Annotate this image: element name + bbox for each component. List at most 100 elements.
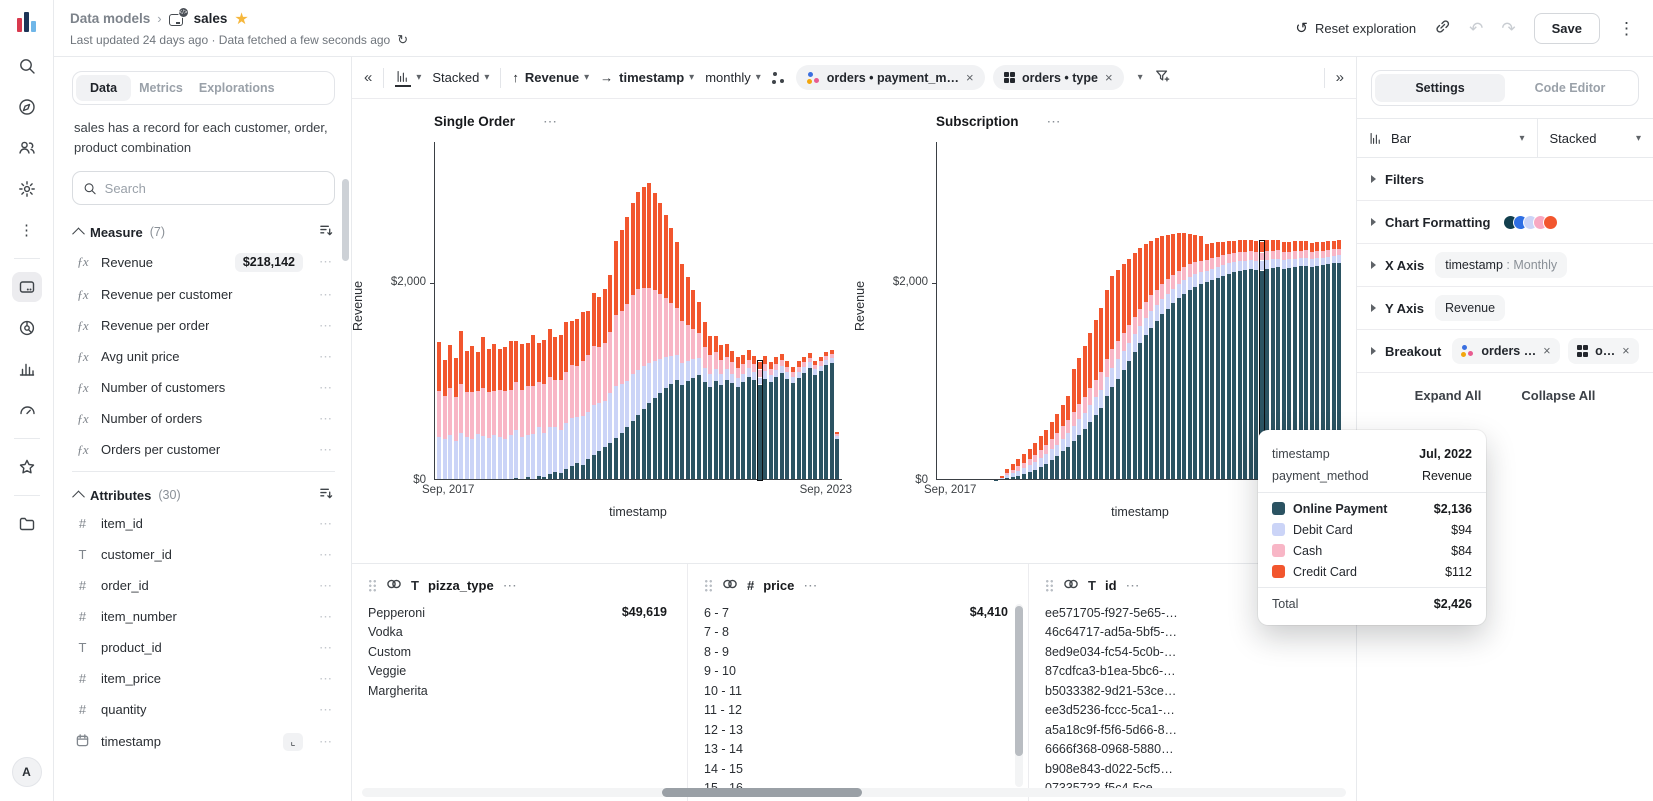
row-menu-icon[interactable]: ⋯ xyxy=(313,254,333,270)
breakout-chip[interactable]: o…× xyxy=(1568,338,1639,364)
stacked-bar[interactable] xyxy=(1188,234,1192,480)
stacked-bar[interactable] xyxy=(1022,454,1026,480)
stacked-bar[interactable] xyxy=(708,336,712,480)
attribute-item[interactable]: #item_number⋯ xyxy=(72,601,335,632)
chart-menu-icon[interactable]: ⋯ xyxy=(1047,113,1062,130)
row-menu-icon[interactable]: ⋯ xyxy=(313,609,333,625)
stacked-bar[interactable] xyxy=(664,215,668,480)
stacked-bar[interactable] xyxy=(1050,422,1054,480)
summary-row[interactable]: 12 - 13 xyxy=(704,720,1014,740)
stacked-bar[interactable] xyxy=(680,264,684,480)
row-menu-icon[interactable]: ⋯ xyxy=(313,318,333,334)
stacked-bar[interactable] xyxy=(1182,233,1186,480)
expand-all-link[interactable]: Expand All xyxy=(1415,388,1482,403)
stacked-bar[interactable] xyxy=(614,241,618,480)
search-input[interactable] xyxy=(105,181,324,196)
stacked-bar[interactable] xyxy=(1044,430,1048,480)
donut-chart-icon[interactable] xyxy=(12,313,42,343)
stacked-bar[interactable] xyxy=(492,344,496,480)
stacked-bar[interactable] xyxy=(1028,449,1032,480)
card-menu-icon[interactable]: ⋯ xyxy=(803,577,818,594)
stacked-bar[interactable] xyxy=(1033,443,1037,480)
stacked-bar[interactable] xyxy=(719,345,723,480)
stacked-bar[interactable] xyxy=(526,343,530,480)
stacked-bar[interactable] xyxy=(542,340,546,480)
stacked-bar[interactable] xyxy=(802,357,806,480)
stacked-bar[interactable] xyxy=(514,341,518,480)
measure-item[interactable]: ƒxNumber of orders⋯ xyxy=(72,403,335,434)
summary-row[interactable]: Veggie xyxy=(368,662,673,682)
stacked-bar[interactable] xyxy=(1083,346,1087,480)
measure-item[interactable]: ƒxRevenue per customer⋯ xyxy=(72,279,335,310)
breakout-chip[interactable]: orders • payment_m…× xyxy=(796,65,985,90)
stacked-bar[interactable] xyxy=(1227,241,1231,480)
measure-item[interactable]: ƒxRevenue$218,142⋯ xyxy=(72,245,335,279)
collapse-all-link[interactable]: Collapse All xyxy=(1521,388,1595,403)
stacked-bar[interactable] xyxy=(465,351,469,480)
stacked-bar[interactable] xyxy=(1238,240,1242,480)
stacked-bar[interactable] xyxy=(1066,396,1070,480)
stacked-bar[interactable] xyxy=(559,335,563,480)
granularity-select[interactable]: monthly▾ xyxy=(705,70,761,85)
stacked-bar[interactable] xyxy=(730,351,734,480)
share-link-icon[interactable] xyxy=(1434,18,1451,38)
stacked-bar[interactable] xyxy=(808,353,812,480)
measure-item[interactable]: ƒxRevenue per order⋯ xyxy=(72,310,335,341)
stacked-bar[interactable] xyxy=(470,346,474,480)
stacked-bar[interactable] xyxy=(658,203,662,480)
summary-row[interactable]: 8ed9e034-fc54-5c0b-… xyxy=(1045,642,1342,662)
section-y-axis[interactable]: Y Axis Revenue xyxy=(1357,287,1653,330)
stacked-bar[interactable] xyxy=(813,361,817,481)
stacked-bar[interactable] xyxy=(476,352,480,480)
stacked-bar[interactable] xyxy=(1199,236,1203,480)
stacked-bar[interactable] xyxy=(520,344,524,480)
stacked-bar[interactable] xyxy=(581,312,585,480)
stacked-bar[interactable] xyxy=(797,361,801,480)
expand-panel-icon[interactable]: » xyxy=(1336,69,1344,86)
summary-row[interactable]: 10 - 11 xyxy=(704,681,1014,701)
summary-row[interactable]: Custom xyxy=(368,642,673,662)
card-menu-icon[interactable]: ⋯ xyxy=(503,577,518,594)
stacked-bar[interactable] xyxy=(1110,276,1114,480)
viz-type-select[interactable]: Bar ▾ xyxy=(1357,119,1538,157)
folder-icon[interactable] xyxy=(12,509,42,539)
reset-exploration-button[interactable]: ↺Reset exploration xyxy=(1295,19,1416,37)
summary-row[interactable]: 7 - 8 xyxy=(704,623,1014,643)
stacked-bar[interactable] xyxy=(620,230,624,480)
stacked-bar[interactable] xyxy=(1193,235,1197,480)
stacked-bar[interactable] xyxy=(741,355,745,480)
stacked-bar[interactable] xyxy=(1232,241,1236,480)
stacked-bar[interactable] xyxy=(714,336,718,480)
breadcrumb-root[interactable]: Data models xyxy=(70,11,150,26)
stacked-bar[interactable] xyxy=(1221,242,1225,480)
stacked-bar[interactable] xyxy=(448,345,452,480)
stacked-bar[interactable] xyxy=(481,337,485,480)
breakout-icon[interactable] xyxy=(772,72,785,84)
scrollbar-thumb[interactable] xyxy=(662,788,862,797)
add-filter-icon[interactable] xyxy=(1154,68,1171,87)
stacked-bar[interactable] xyxy=(1072,369,1076,480)
stacked-bar[interactable] xyxy=(564,322,568,480)
stacked-bar[interactable] xyxy=(1094,320,1098,480)
redo-icon[interactable]: ↷ xyxy=(1501,20,1515,37)
stacked-bar[interactable] xyxy=(636,192,640,480)
row-menu-icon[interactable]: ⋯ xyxy=(313,442,333,458)
user-avatar[interactable]: A xyxy=(12,757,42,787)
stacked-bar[interactable] xyxy=(1160,236,1164,480)
row-menu-icon[interactable]: ⋯ xyxy=(313,578,333,594)
stacked-bar[interactable] xyxy=(1205,244,1209,480)
section-x-axis[interactable]: X Axis timestamp : Monthly xyxy=(1357,244,1653,287)
stacked-bar[interactable] xyxy=(437,342,441,480)
stacked-bar[interactable] xyxy=(1016,459,1020,480)
stacked-bar[interactable] xyxy=(1077,358,1081,480)
measure-item[interactable]: ƒxNumber of customers⋯ xyxy=(72,372,335,403)
sort-icon[interactable] xyxy=(319,224,333,240)
compass-icon[interactable] xyxy=(12,92,42,122)
stacked-bar[interactable] xyxy=(1088,333,1092,480)
summary-row[interactable]: 13 - 14 xyxy=(704,740,1014,760)
stacked-bar[interactable] xyxy=(503,347,507,480)
stacked-bar[interactable] xyxy=(1144,244,1148,480)
stacked-bar[interactable] xyxy=(1166,235,1170,480)
summary-row[interactable]: 11 - 12 xyxy=(704,701,1014,721)
stacked-bar[interactable] xyxy=(752,356,756,480)
